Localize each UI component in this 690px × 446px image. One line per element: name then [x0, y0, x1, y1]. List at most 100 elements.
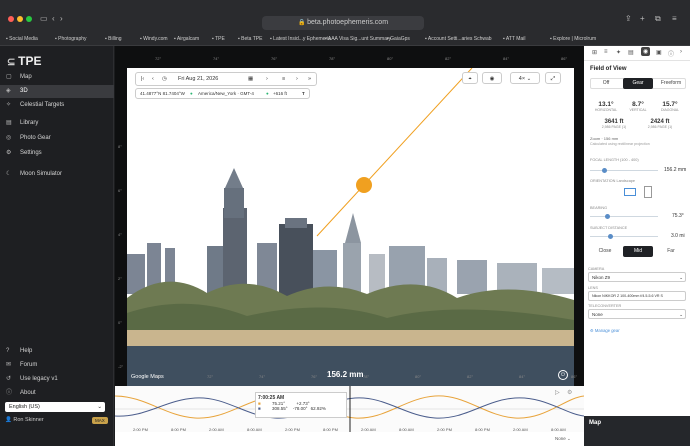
subject-knob[interactable]: [608, 234, 613, 239]
close-window-button[interactable]: [8, 16, 14, 22]
info-tab-icon[interactable]: ⓘ: [668, 49, 674, 58]
map-preview-header[interactable]: Map: [584, 416, 690, 446]
subject-distance-slider[interactable]: [590, 234, 658, 239]
grid-icon[interactable]: ⊞: [592, 49, 597, 56]
clock-icon[interactable]: ◷: [162, 73, 167, 85]
bookmark-item[interactable]: ▪ Airgalcam: [174, 36, 199, 42]
sidebar-item-photo-gear[interactable]: ◎ Photo Gear: [0, 132, 114, 145]
bookmark-label: AAA Visa Sig...unt Summary: [327, 36, 392, 42]
date-value[interactable]: Fri Aug 21, 2026: [178, 73, 218, 85]
mode-freeform[interactable]: Freeform: [655, 78, 687, 89]
layers-icon[interactable]: ≡: [604, 49, 608, 55]
power-icon[interactable]: ⏻: [558, 370, 568, 380]
sidebar-item-map[interactable]: ▢ Map: [0, 71, 114, 84]
fullscreen-button[interactable]: ⤢: [545, 72, 561, 84]
step-forward-icon[interactable]: ›: [266, 73, 268, 85]
pin-icon: ⌖: [468, 76, 472, 82]
elevation-value[interactable]: +616 ft: [273, 89, 287, 99]
moon-icon: ☾: [6, 171, 12, 177]
sidebar-item-use-legacy-v1[interactable]: ↺ Use legacy v1: [0, 373, 114, 386]
distance-far[interactable]: Far: [656, 246, 686, 257]
fov-tab-icon[interactable]: ◉: [641, 47, 651, 56]
share-icon[interactable]: ⇪: [625, 14, 632, 24]
bookmark-item[interactable]: ▪ Explore | Microlrum: [550, 36, 596, 42]
bookmark-item[interactable]: ▪ AAA Visa Sig...unt Summary: [325, 36, 391, 42]
timeline-play-icon[interactable]: ▷: [555, 389, 560, 396]
mode-gear[interactable]: Gear: [623, 78, 653, 89]
user-info[interactable]: 👤 Ron Skinner: [5, 417, 44, 423]
distance-close[interactable]: Close: [590, 246, 620, 257]
calendar-icon[interactable]: ▦: [248, 73, 253, 85]
bookmark-item[interactable]: ▪ Windy.com: [140, 36, 168, 42]
terrain-view[interactable]: |‹ ‹ ◷ Fri Aug 21, 2026 ▦ › ≡ › » 41.487…: [127, 68, 574, 386]
terrain-toggle[interactable]: T: [302, 89, 305, 99]
portrait-option[interactable]: [644, 186, 652, 198]
forward-icon[interactable]: ›: [60, 14, 63, 24]
focal-knob[interactable]: [602, 168, 607, 173]
bookmark-item[interactable]: ▪ Billing: [105, 36, 122, 42]
language-select[interactable]: English (US) ⌄: [5, 402, 105, 412]
next-icon[interactable]: ›: [296, 73, 298, 85]
ruler-icon[interactable]: ▤: [628, 49, 634, 56]
sidebar-item-forum[interactable]: ✉ Forum: [0, 359, 114, 372]
bookmark-item[interactable]: ▪ Latest Insid...y Ephemeris: [270, 36, 331, 42]
sidebar-item-help[interactable]: ? Help: [0, 345, 114, 358]
sidebar-item-library[interactable]: ▤ Library: [0, 117, 114, 130]
timeline[interactable]: 7:00:25 AM ■ 75.21° +2.73° ■ 308.55° -78…: [115, 386, 584, 446]
new-tab-icon[interactable]: +: [640, 14, 645, 24]
subject-distance-value: 3.0 mi: [671, 233, 685, 239]
bookmark-item[interactable]: ▪ GaiaGps: [387, 36, 410, 42]
minimize-window-button[interactable]: [17, 16, 23, 22]
zoom-value: 4×: [518, 76, 526, 82]
address-bar[interactable]: 🔒 beta.photoephemeris.com: [262, 16, 424, 30]
zoom-select[interactable]: 4× ⌄: [510, 72, 540, 84]
lens-select[interactable]: Nikon NIKKOR Z 100-400mm f/4.5-5.6 VR S: [588, 291, 686, 301]
bearing-tick: 76°: [311, 374, 318, 379]
timeline-settings-icon[interactable]: ⚙: [567, 389, 572, 396]
target-icon[interactable]: ✦: [616, 49, 621, 56]
camera-select[interactable]: Nikon Z9 ⌄: [588, 272, 686, 282]
sidebar-item-settings[interactable]: ⚙ Settings: [0, 147, 114, 160]
landscape-option[interactable]: [624, 188, 636, 196]
sidebar-item-3d[interactable]: ◈ 3D: [0, 85, 114, 98]
sidebar-item-label: Settings: [20, 150, 42, 156]
timeline-range-select[interactable]: None ⌄: [555, 436, 571, 442]
tpe-logo-icon: ⊆: [7, 57, 19, 68]
bookmark-item[interactable]: ▪ Social Media: [6, 36, 38, 42]
bookmark-item[interactable]: ▪ TPE: [212, 36, 225, 42]
location-toolbar: 41.4877°N 81.7404°W ● America/New_York ·…: [135, 88, 310, 99]
reading-list-icon[interactable]: ≡: [672, 14, 677, 24]
focal-length-slider[interactable]: [590, 168, 658, 173]
bookmark-item[interactable]: ▪ Photography: [55, 36, 87, 42]
3d-view[interactable]: 72° 74° 76° 78° 80° 82° 84° 86° 8° 6° 4° 2° 0° -2°: [115, 46, 584, 386]
distance-mid[interactable]: Mid: [623, 246, 653, 257]
skip-back-icon[interactable]: |‹: [141, 73, 144, 85]
tabs-overview-icon[interactable]: ⧉: [655, 14, 661, 24]
close-panel-icon[interactable]: ›: [680, 49, 682, 55]
timezone-value[interactable]: America/New_York · GMT-4: [198, 89, 254, 99]
coords-value[interactable]: 41.4877°N 81.7404°W: [140, 89, 185, 99]
manage-gear-link[interactable]: ⚙ Manage gear: [590, 328, 620, 333]
sidebar-item-about[interactable]: ⓘ About: [0, 387, 114, 400]
teleconverter-select[interactable]: None ⌄: [588, 309, 686, 319]
bookmark-item[interactable]: ▪ Account Setti...aries Schwab: [425, 36, 492, 42]
sidebar-item-moon-simulator[interactable]: ☾ Moon Simulator: [0, 168, 114, 181]
step-back-icon[interactable]: ‹: [152, 73, 154, 85]
bearing-slider[interactable]: [590, 214, 658, 219]
visibility-button[interactable]: ◉: [482, 72, 502, 84]
pin-button[interactable]: ⌖: [462, 72, 478, 84]
bookmark-item[interactable]: ▪ Beta TPE: [238, 36, 262, 42]
camera-tab-icon[interactable]: ▣: [656, 49, 662, 56]
sidebar-item-celestial-targets[interactable]: ✧ Celestial Targets: [0, 99, 114, 112]
skip-forward-icon[interactable]: »: [308, 73, 311, 85]
sidebar-toggle-icon[interactable]: ▭: [40, 14, 48, 24]
app-logo[interactable]: ⊆ TPE: [7, 54, 42, 68]
moon-illumination: 62.92%: [310, 406, 326, 411]
bookmark-item[interactable]: ▪ ATT Mail: [503, 36, 525, 42]
camera-value: Nikon Z9: [592, 275, 611, 280]
zoom-window-button[interactable]: [26, 16, 32, 22]
mode-off[interactable]: Off: [591, 78, 621, 89]
bearing-knob[interactable]: [605, 214, 610, 219]
back-icon[interactable]: ‹: [52, 14, 55, 24]
list-icon[interactable]: ≡: [282, 73, 285, 85]
